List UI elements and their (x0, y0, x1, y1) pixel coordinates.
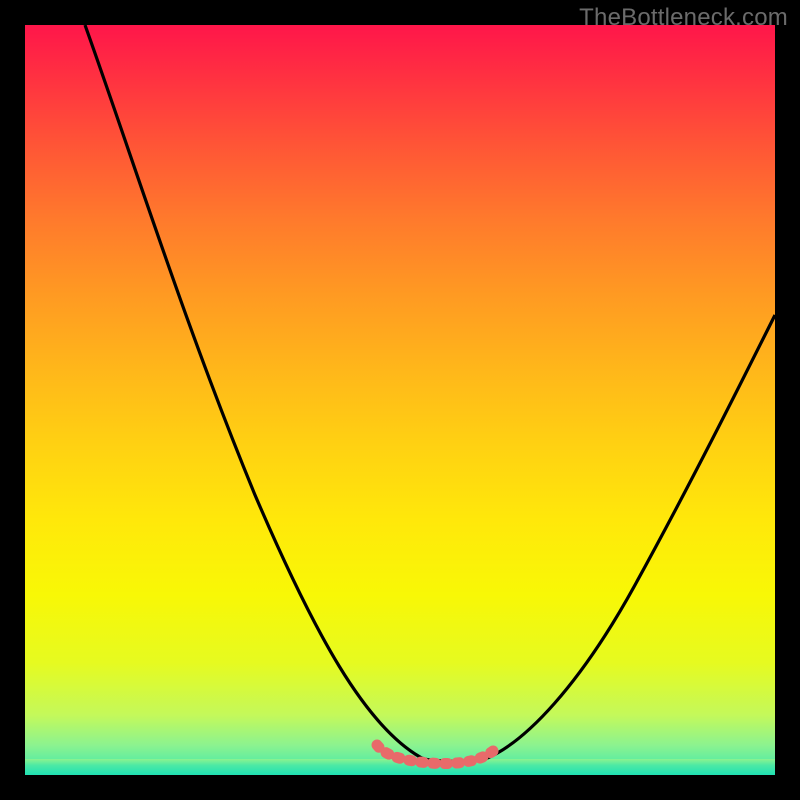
bottleneck-curve (85, 25, 775, 761)
attribution-label: TheBottleneck.com (579, 4, 788, 32)
stable-zone-marker (377, 745, 493, 764)
plot-area (25, 25, 775, 775)
curve-svg (25, 25, 775, 775)
chart-frame: TheBottleneck.com (0, 0, 800, 800)
